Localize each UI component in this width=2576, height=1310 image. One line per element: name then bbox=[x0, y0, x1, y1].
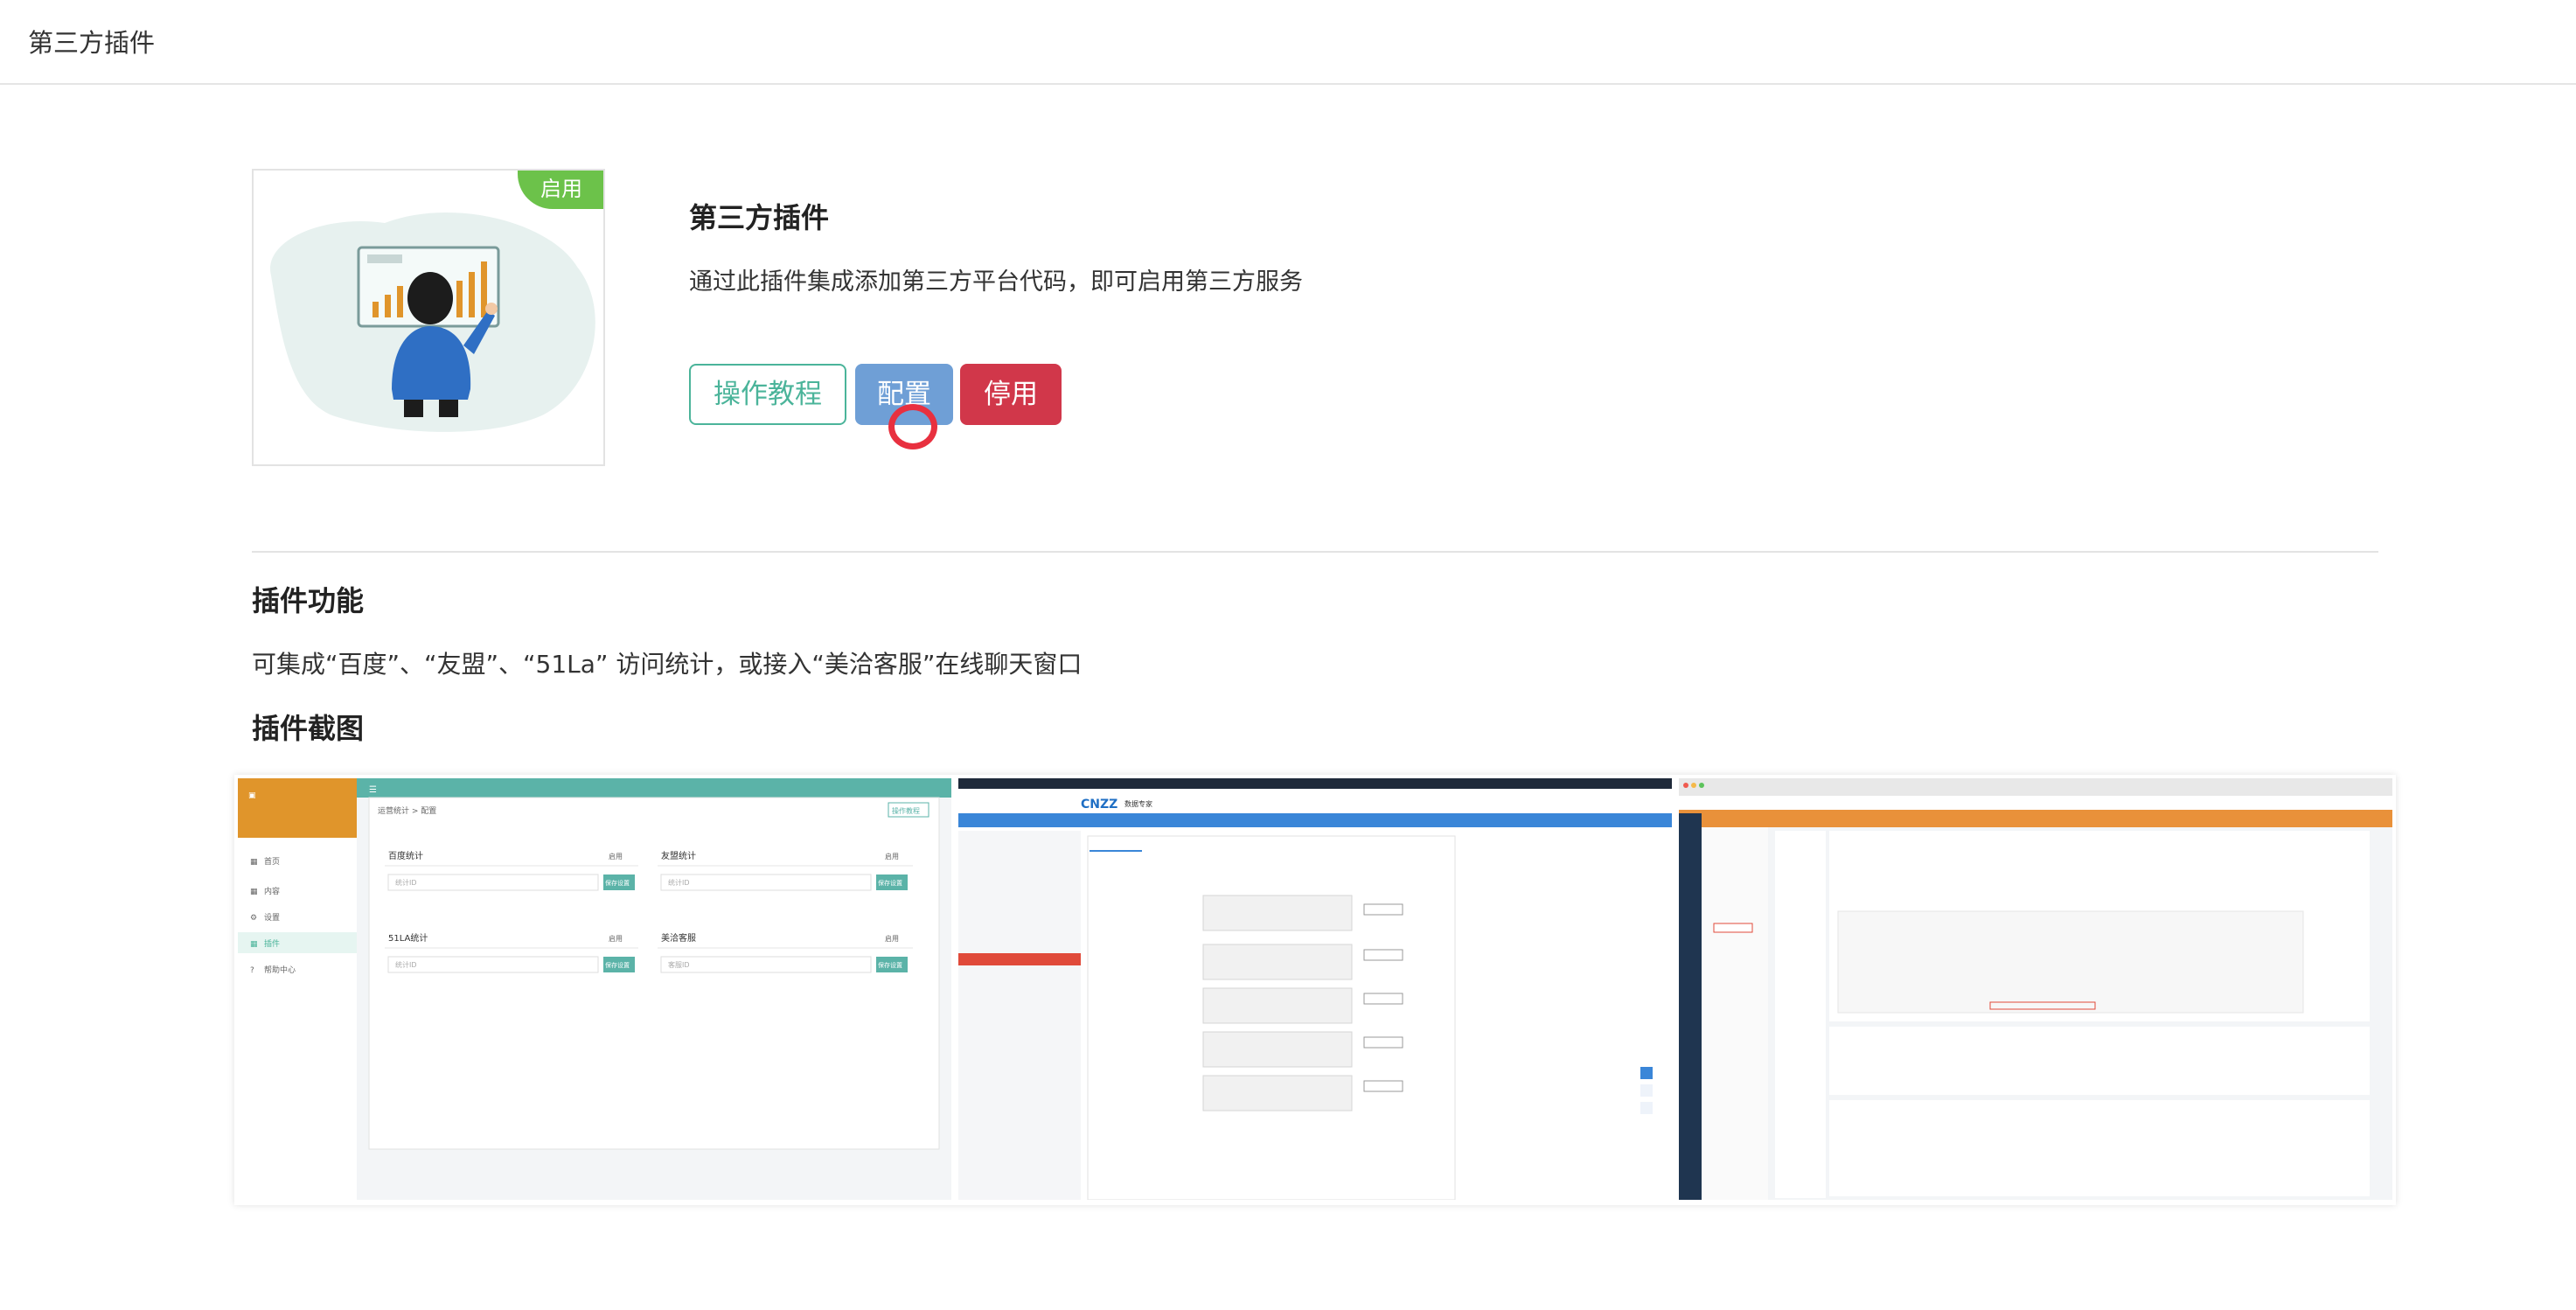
top-bar: 第三方插件 bbox=[0, 0, 2576, 85]
shot1-sidebar-icon: ? bbox=[250, 966, 254, 975]
shot1-input-placeholder: 统计ID bbox=[395, 878, 417, 887]
shot1-panel-title: 百度统计 bbox=[388, 850, 423, 861]
shot1-panel-title: 美洽客服 bbox=[661, 932, 696, 944]
shot1-save-button: 保存设置 bbox=[605, 961, 630, 969]
shot1-sidebar-label: 内容 bbox=[264, 886, 280, 896]
screenshot-gallery: ☰ ▣ ▦ 首页 ▦ 内容 ⚙ 设置 ▦ 插件 ? 帮助中心 运营统计 > 配置… bbox=[234, 775, 2396, 1205]
shot2-logo: CNZZ bbox=[1081, 798, 1117, 812]
shot1-sidebar-icon: ▦ bbox=[250, 888, 258, 896]
shot1-panel-title: 51LA统计 bbox=[388, 932, 428, 944]
features-text: 可集成“百度”、“友盟”、“51La” 访问统计，或接入“美洽客服”在线聊天窗口 bbox=[252, 650, 1083, 679]
shot1-toggle-label: 启用 bbox=[885, 934, 899, 943]
page-title: 第三方插件 bbox=[28, 28, 156, 58]
shot1-input-placeholder: 客服ID bbox=[668, 960, 690, 969]
shot1-save-button: 保存设置 bbox=[605, 879, 630, 887]
disable-button[interactable]: 停用 bbox=[960, 364, 1062, 425]
shot1-sidebar-icon: ▦ bbox=[250, 940, 258, 949]
shot1-toggle-label: 启用 bbox=[609, 934, 623, 943]
tutorial-button[interactable]: 操作教程 bbox=[689, 364, 846, 425]
shot1-sidebar-label: 插件 bbox=[264, 938, 280, 949]
shot1-sidebar-item: ▦ bbox=[250, 858, 258, 867]
shot1-toggle-label: 启用 bbox=[609, 852, 623, 861]
plugin-name: 第三方插件 bbox=[689, 201, 830, 234]
shot1-save-button: 保存设置 bbox=[878, 879, 902, 887]
shot1-panel-title: 友盟统计 bbox=[661, 850, 696, 861]
shot1-breadcrumb: 运营统计 > 配置 bbox=[378, 805, 436, 816]
shot2-logo-sub: 数据专家 bbox=[1124, 799, 1152, 808]
screenshot-3[interactable] bbox=[1679, 778, 2392, 1200]
shot1-input-placeholder: 统计ID bbox=[668, 878, 690, 887]
shot1-sidebar-icon: ⚙ bbox=[250, 914, 257, 923]
plugin-cover-image: 启用 bbox=[252, 169, 605, 466]
plugin-description: 通过此插件集成添加第三方平台代码，即可启用第三方服务 bbox=[689, 268, 1303, 296]
screenshot-1[interactable]: ☰ ▣ ▦ 首页 ▦ 内容 ⚙ 设置 ▦ 插件 ? 帮助中心 运营统计 > 配置… bbox=[238, 778, 951, 1200]
features-title: 插件功能 bbox=[252, 584, 365, 617]
section-divider bbox=[252, 551, 2378, 553]
screenshots-title: 插件截图 bbox=[252, 712, 365, 745]
svg-text:▣: ▣ bbox=[248, 791, 256, 800]
shot1-sidebar-label: 帮助中心 bbox=[264, 965, 296, 975]
click-indicator bbox=[888, 404, 937, 449]
shot1-toggle-label: 启用 bbox=[885, 852, 899, 861]
shot1-input-placeholder: 统计ID bbox=[395, 960, 417, 969]
screenshot-2[interactable]: CNZZ 数据专家 bbox=[958, 778, 1672, 1200]
menu-icon[interactable]: ☰ bbox=[369, 785, 377, 795]
analytics-illustration bbox=[270, 213, 595, 432]
shot1-sidebar-label: 首页 bbox=[264, 856, 280, 867]
shot1-help-button: 操作教程 bbox=[892, 806, 920, 815]
shot1-save-button: 保存设置 bbox=[878, 961, 902, 969]
shot1-sidebar-label: 设置 bbox=[264, 913, 280, 923]
